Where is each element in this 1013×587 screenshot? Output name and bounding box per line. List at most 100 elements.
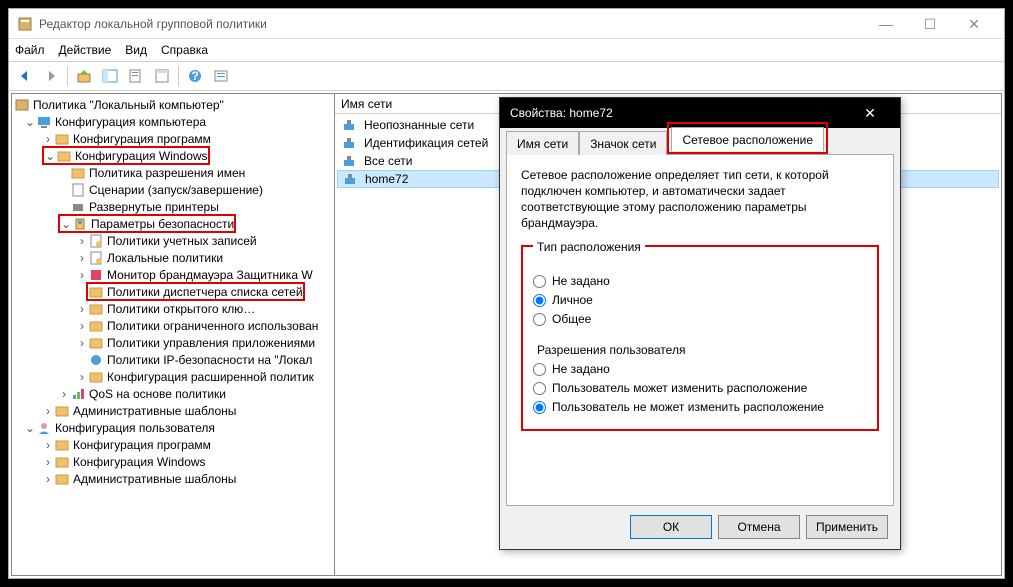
menu-help[interactable]: Справка [161,43,208,57]
firewall-icon [88,267,104,283]
tree-restr-use[interactable]: Политики ограниченного использован [107,317,318,335]
properties-button[interactable] [150,64,174,88]
expander-icon[interactable]: › [76,266,88,284]
radio-perm-cannot-change[interactable]: Пользователь не может изменить расположе… [533,400,867,414]
tree-fw-mon[interactable]: Монитор брандмауэра Защитника W [107,266,313,284]
help-button[interactable]: ? [183,64,207,88]
radio-label: Личное [552,293,593,307]
location-type-fieldset: Тип расположения Не задано Личное Общее … [521,245,879,431]
window-title: Редактор локальной групповой политики [39,17,864,31]
radio-loc-private[interactable]: Личное [533,293,867,307]
expander-icon[interactable]: › [76,368,88,386]
radio-input[interactable] [533,294,546,307]
script-icon [70,182,86,198]
maximize-button[interactable]: ☐ [908,10,952,38]
location-type-legend: Тип расположения [533,240,645,254]
toolbar-separator [67,66,68,86]
tree-qos[interactable]: QoS на основе политики [89,385,226,403]
ipsec-icon [88,352,104,368]
tree-nlm-pol[interactable]: Политики диспетчера списка сетей [107,283,303,301]
expander-icon[interactable]: ⌄ [24,113,36,131]
tree-win-conf2[interactable]: Конфигурация Windows [73,453,206,471]
folder-icon [70,165,86,181]
close-button[interactable]: ✕ [952,10,996,38]
expander-icon[interactable]: › [42,402,54,420]
menu-file[interactable]: Файл [15,43,45,57]
tree-app-ctrl[interactable]: Политики управления приложениями [107,334,315,352]
radio-loc-public[interactable]: Общее [533,312,867,326]
tab-network-icon[interactable]: Значок сети [579,131,667,155]
back-button[interactable] [13,64,37,88]
expander-icon[interactable]: › [42,453,54,471]
tab-network-name[interactable]: Имя сети [506,131,579,155]
expander-icon[interactable]: › [76,334,88,352]
radio-input[interactable] [533,275,546,288]
folder-icon [56,148,72,164]
computer-icon [36,114,52,130]
folder-icon [88,335,104,351]
titlebar: Редактор локальной групповой политики — … [9,9,1004,39]
expander-icon[interactable]: ⌄ [44,147,56,165]
radio-perm-can-change[interactable]: Пользователь может изменить расположение [533,381,867,395]
radio-input[interactable] [533,313,546,326]
tree-sec-params[interactable]: Параметры безопасности [91,215,234,233]
dialog-body: Сетевое расположение определяет тип сети… [506,154,894,506]
tab-network-location[interactable]: Сетевое расположение [671,127,824,151]
radio-perm-notset[interactable]: Не задано [533,362,867,376]
tree-user-conf[interactable]: Конфигурация пользователя [55,419,215,437]
tree-ipsec[interactable]: Политики IP-безопасности на "Локал [107,351,312,369]
tree-win-conf[interactable]: Конфигурация Windows [75,147,208,165]
expander-icon[interactable]: › [76,300,88,318]
tree-comp-conf[interactable]: Конфигурация компьютера [55,113,206,131]
expander-icon[interactable]: › [76,232,88,250]
up-button[interactable] [72,64,96,88]
dialog-tabs: Имя сети Значок сети Сетевое расположени… [500,128,900,154]
folder-icon [88,369,104,385]
network-icon [341,117,357,133]
dialog-close-button[interactable]: ✕ [850,98,890,128]
radio-input[interactable] [533,382,546,395]
tree-deployed[interactable]: Развернутые принтеры [89,198,219,216]
expander-icon[interactable]: › [76,249,88,267]
svg-text:?: ? [191,69,198,83]
radio-loc-notset[interactable]: Не задано [533,274,867,288]
tree-name-res[interactable]: Политика разрешения имен [89,164,245,182]
cancel-button[interactable]: Отмена [718,515,800,539]
minimize-button[interactable]: — [864,10,908,38]
expander-icon[interactable]: ⌄ [60,215,72,233]
show-hide-tree-button[interactable] [98,64,122,88]
tree-root[interactable]: Политика "Локальный компьютер" [33,96,224,114]
radio-label: Пользователь может изменить расположение [552,381,807,395]
tree-admin-t2[interactable]: Административные шаблоны [73,470,236,488]
user-icon [36,420,52,436]
tree-scripts[interactable]: Сценарии (запуск/завершение) [89,181,263,199]
user-perm-legend: Разрешения пользователя [533,343,867,357]
menu-view[interactable]: Вид [125,43,147,57]
radio-input[interactable] [533,401,546,414]
list-item-label: Идентификация сетей [364,136,488,150]
radio-input[interactable] [533,363,546,376]
tree-local-pol[interactable]: Локальные политики [107,249,223,267]
export-list-button[interactable] [124,64,148,88]
radio-label: Пользователь не может изменить расположе… [552,400,824,414]
filter-button[interactable] [209,64,233,88]
expander-icon[interactable]: › [58,385,70,403]
expander-icon[interactable]: › [76,317,88,335]
tree-pk-pol[interactable]: Политики открытого клю… [107,300,255,318]
apply-button[interactable]: Применить [806,515,888,539]
list-item-label: home72 [365,172,408,186]
ok-button[interactable]: ОК [630,515,712,539]
expander-icon[interactable]: › [42,436,54,454]
tree-sw-conf[interactable]: Конфигурация программ [73,130,211,148]
tree-admin-t1[interactable]: Административные шаблоны [73,402,236,420]
expander-icon[interactable]: › [42,130,54,148]
menu-action[interactable]: Действие [59,43,112,57]
tree-acct-pol[interactable]: Политики учетных записей [107,232,257,250]
tree-adv-audit[interactable]: Конфигурация расширенной политик [107,368,314,386]
expander-icon[interactable]: › [42,470,54,488]
radio-label: Общее [552,312,591,326]
dialog-description: Сетевое расположение определяет тип сети… [521,167,879,231]
expander-icon[interactable]: ⌄ [24,419,36,437]
tree-sw-conf2[interactable]: Конфигурация программ [73,436,211,454]
forward-button[interactable] [39,64,63,88]
